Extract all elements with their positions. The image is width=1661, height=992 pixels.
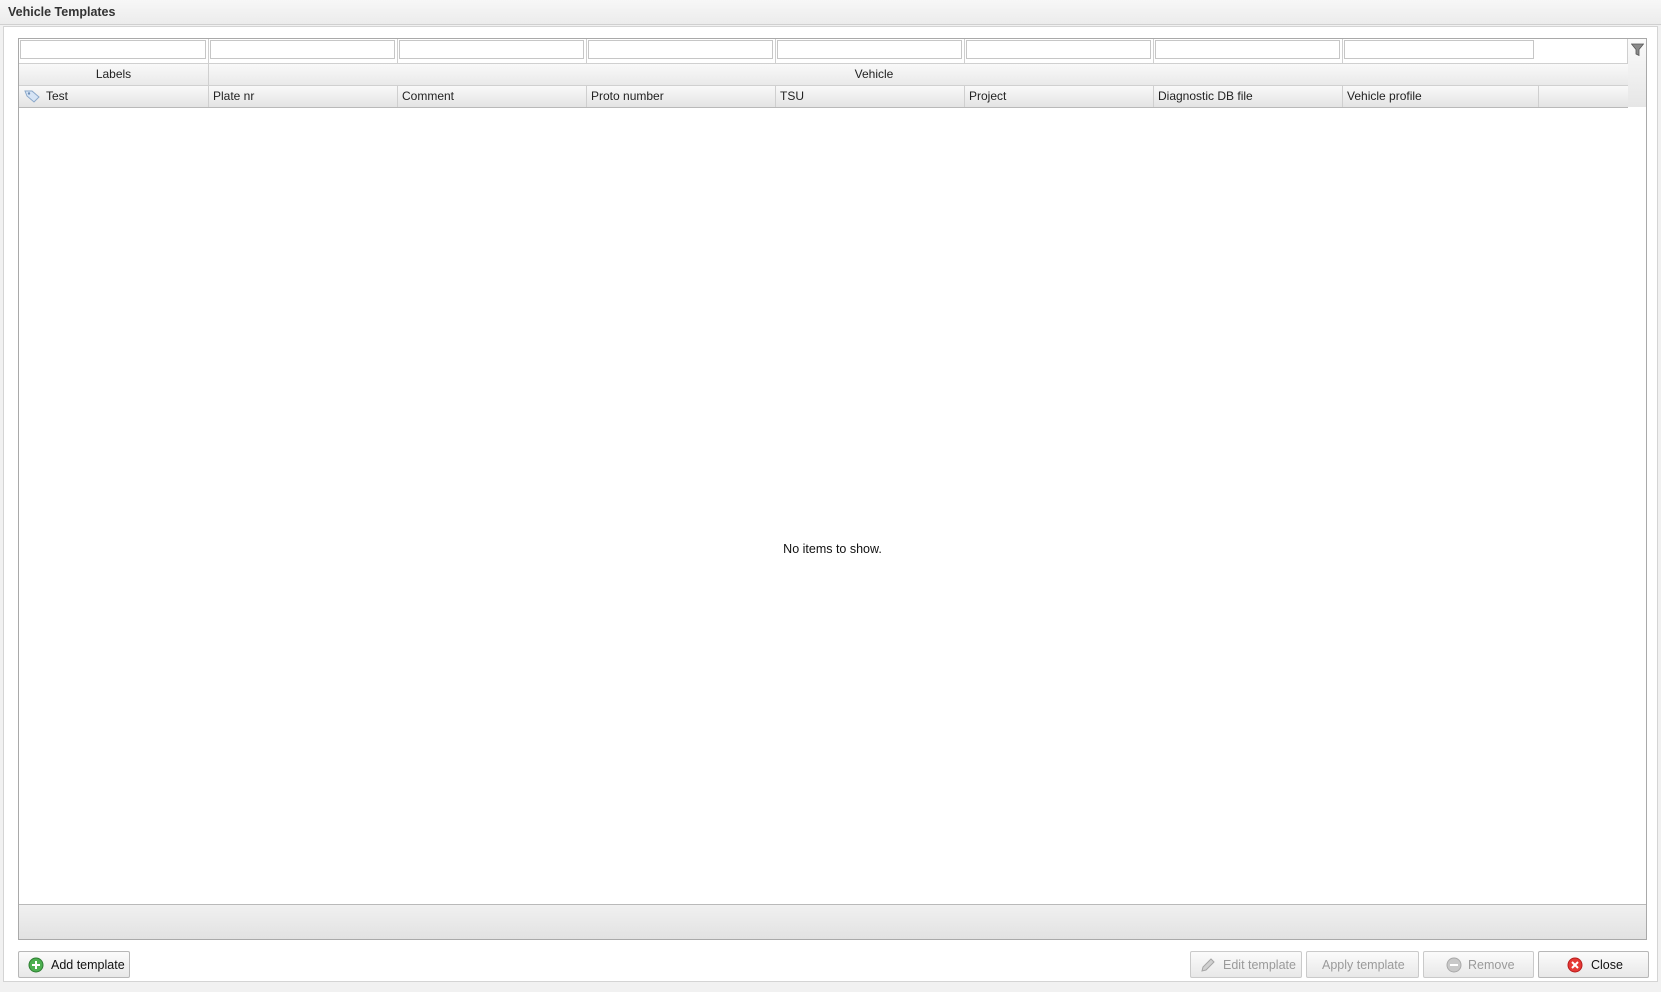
title-bar[interactable]: Vehicle Templates — [0, 0, 1661, 25]
vehicle-templates-window: Vehicle Templates Labels Vehicle Test Pl… — [0, 0, 1661, 992]
filter-cell-vehicle-profile — [1343, 39, 1628, 63]
add-template-button[interactable]: Add template — [18, 951, 130, 978]
column-header-label: Vehicle profile — [1347, 89, 1422, 103]
remove-label: Remove — [1468, 958, 1515, 972]
templates-grid: Labels Vehicle Test Plate nr Comment Pro… — [18, 38, 1647, 940]
column-header-row: Test Plate nr Comment Proto number TSU P… — [19, 86, 1628, 108]
filter-input-plate-nr[interactable] — [210, 40, 395, 59]
empty-message: No items to show. — [783, 542, 882, 556]
edit-template-label: Edit template — [1223, 958, 1296, 972]
filter-cell-proto-number — [587, 39, 776, 63]
column-header-test[interactable]: Test — [19, 86, 209, 107]
grid-footer-bar — [19, 904, 1646, 939]
filter-input-project[interactable] — [966, 40, 1151, 59]
minus-circle-icon — [1446, 957, 1462, 973]
filter-input-tsu[interactable] — [777, 40, 962, 59]
filter-input-comment[interactable] — [399, 40, 584, 59]
apply-template-label: Apply template — [1322, 958, 1405, 972]
column-header-vehicle-profile[interactable]: Vehicle profile — [1343, 86, 1539, 107]
group-header-vehicle: Vehicle — [854, 67, 894, 81]
filter-input-proto-number[interactable] — [588, 40, 773, 59]
close-button[interactable]: Close — [1538, 951, 1649, 978]
column-header-project[interactable]: Project — [965, 86, 1154, 107]
filter-cell-project — [965, 39, 1154, 63]
column-header-comment[interactable]: Comment — [398, 86, 587, 107]
apply-template-button[interactable]: Apply template — [1306, 951, 1419, 978]
remove-button[interactable]: Remove — [1423, 951, 1534, 978]
column-header-label: Proto number — [591, 89, 664, 103]
column-header-label: Plate nr — [213, 89, 255, 103]
column-header-label: Comment — [402, 89, 455, 103]
filter-cell-comment — [398, 39, 587, 63]
funnel-icon — [1631, 43, 1644, 57]
window-title: Vehicle Templates — [8, 5, 116, 19]
filter-input-test[interactable] — [20, 40, 206, 59]
pencil-icon — [1201, 958, 1215, 972]
column-header-diagnostic-db-file[interactable]: Diagnostic DB file — [1154, 86, 1343, 107]
tag-icon — [24, 90, 40, 103]
column-header-label: Diagnostic DB file — [1158, 89, 1253, 103]
filter-input-diagnostic-db-file[interactable] — [1155, 40, 1340, 59]
column-header-label: TSU — [780, 89, 804, 103]
filter-cell-test — [19, 39, 209, 63]
column-header-plate-nr[interactable]: Plate nr — [209, 86, 398, 107]
filter-cell-plate-nr — [209, 39, 398, 63]
plus-circle-icon — [28, 957, 44, 973]
column-header-label: Test — [46, 89, 69, 103]
column-header-proto-number[interactable]: Proto number — [587, 86, 776, 107]
column-header-label: Project — [969, 89, 1007, 103]
filter-row — [19, 39, 1628, 64]
group-header-labels: Labels — [19, 64, 209, 85]
filter-toggle-button[interactable] — [1627, 39, 1646, 107]
close-label: Close — [1591, 958, 1623, 972]
filter-input-vehicle-profile[interactable] — [1344, 40, 1534, 59]
close-circle-icon — [1567, 957, 1583, 973]
add-template-label: Add template — [51, 958, 125, 972]
edit-template-button[interactable]: Edit template — [1190, 951, 1302, 978]
filter-cell-diagnostic-db-file — [1154, 39, 1343, 63]
column-header-tsu[interactable]: TSU — [776, 86, 965, 107]
grid-body: No items to show. — [19, 108, 1646, 904]
group-header-row: Labels Vehicle — [19, 64, 1628, 86]
filter-cell-tsu — [776, 39, 965, 63]
